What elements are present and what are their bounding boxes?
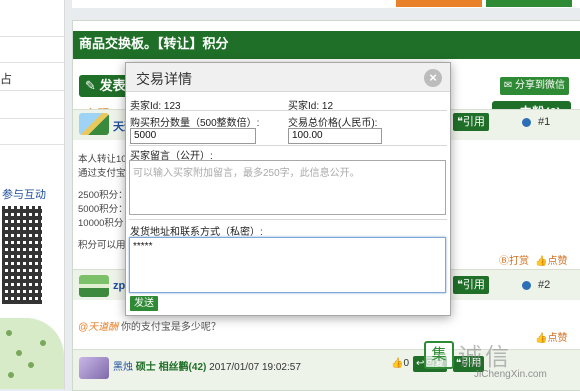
up-arrow-icon[interactable] (522, 281, 531, 290)
post-meta: 黑烛 硕士 相丝鹳(42) 2017/01/07 19:02:57 (113, 358, 301, 373)
price-input[interactable] (288, 128, 382, 144)
edit-icon: ✎ (85, 78, 96, 93)
watermark: 集 诚信 JiChengXin.com (424, 341, 574, 385)
sidebar-item-label[interactable]: 占 (0, 70, 12, 87)
tip-link[interactable]: Ⓑ打赏 (499, 252, 529, 267)
dialog-title: 交易详情 (136, 71, 192, 87)
panel-header-title: 商品交换板。【转让】积分 (73, 31, 580, 59)
thumb-icon: 👍 (535, 256, 548, 267)
price-label: 交易总价格(人民币): (288, 118, 378, 129)
floor-number: #2 (538, 279, 551, 291)
dialog-title-bar[interactable]: 交易详情 × (126, 63, 450, 92)
avatar[interactable] (79, 275, 109, 297)
send-button[interactable]: 发送 (130, 296, 158, 311)
watermark-logo: 集 (424, 341, 454, 369)
like-count-value: 0 (403, 358, 410, 369)
like-label: 点赞 (547, 256, 568, 267)
wechat-icon: ✉ (503, 80, 513, 91)
watermark-url: JiChengXin.com (474, 369, 547, 380)
trade-details-dialog: 交易详情 × 卖家Id: 123 买家Id: 12 购买积分数量（500整数倍）… (125, 62, 451, 316)
reply-content: 你的支付宝是多少呢？ (120, 322, 221, 333)
close-icon[interactable]: × (424, 69, 442, 87)
post-author-name[interactable]: 黑烛 (113, 362, 133, 373)
decor-dot (6, 330, 12, 336)
divider (129, 145, 447, 146)
address-label: 发货地址和联系方式（私密）: (130, 227, 263, 238)
sidebar-interact-link[interactable]: 参与互动 (2, 186, 46, 202)
quote-button[interactable]: ❝引用 (453, 113, 489, 131)
rank-info: 相丝鹳(42) (158, 362, 207, 373)
like-count[interactable]: 👍0 (391, 358, 409, 369)
sidebar-divider (0, 62, 64, 63)
up-arrow-icon[interactable] (522, 118, 531, 127)
mention-user[interactable]: @天道酬 (78, 322, 118, 333)
sidebar-divider (0, 90, 64, 91)
quote-label: 引用 (462, 116, 485, 128)
post-timestamp: 2017/01/07 19:02:57 (209, 362, 301, 373)
quantity-label: 购买积分数量（500整数倍）: (130, 118, 260, 129)
post-reply-text: @天道酬 你的支付宝是多少呢？ (78, 318, 221, 333)
decor-dot (16, 350, 22, 356)
thumb-icon: 👍 (391, 358, 404, 369)
share-wechat-label: 分享到微信 (515, 80, 565, 91)
quote-button[interactable]: ❝引用 (453, 276, 489, 294)
divider (129, 110, 447, 111)
top-green-button[interactable] (486, 0, 572, 7)
decorative-green-shape (0, 318, 64, 389)
divider (129, 219, 447, 220)
floor-number: #1 (538, 116, 551, 128)
like-link[interactable]: 👍点赞 (535, 252, 567, 267)
address-contact-field[interactable]: ***** (129, 237, 446, 293)
share-wechat-button[interactable]: ✉ 分享到微信 (499, 77, 569, 95)
avatar[interactable] (79, 357, 109, 379)
decor-dot (8, 372, 14, 378)
buyer-message-field[interactable] (129, 160, 446, 215)
sidebar-divider (0, 36, 64, 37)
rank-title: 硕士 (135, 362, 156, 373)
avatar[interactable] (79, 113, 109, 135)
coin-icon: Ⓑ (499, 256, 509, 267)
decor-dot (28, 362, 34, 368)
quantity-input[interactable] (130, 128, 256, 144)
decor-dot (40, 340, 46, 346)
sidebar-divider (0, 118, 64, 119)
top-orange-button[interactable] (396, 0, 482, 7)
quote-label: 引用 (462, 279, 485, 291)
left-sidebar: 占 参与互动 (0, 0, 65, 389)
tip-label: 打赏 (509, 256, 529, 267)
qr-code (2, 206, 42, 304)
sidebar-divider (0, 144, 64, 145)
watermark-text: 诚信 (458, 343, 512, 371)
